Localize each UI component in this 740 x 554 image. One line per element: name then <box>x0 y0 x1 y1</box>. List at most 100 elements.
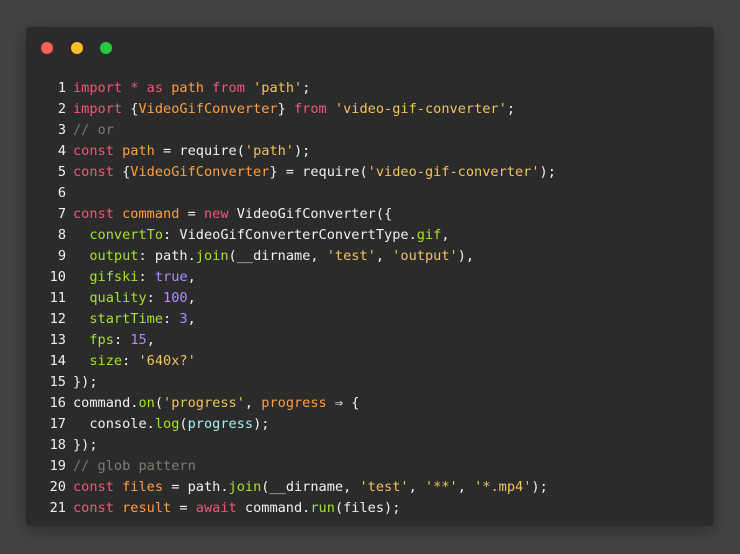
window-controls <box>41 42 120 54</box>
code-token: '**' <box>424 479 458 495</box>
code-token: log <box>154 416 180 432</box>
code-token: 'test' <box>359 479 409 495</box>
maximize-dot-icon[interactable] <box>100 42 113 54</box>
line-number: 17 <box>49 416 66 432</box>
code-line: 13 fps: 15, <box>46 330 704 351</box>
code-token: , <box>187 311 196 327</box>
code-token: : VideoGifConverterConvertType. <box>163 227 417 243</box>
code-token: quality <box>89 290 147 306</box>
code-token: as <box>146 80 164 96</box>
code-token: 'output' <box>392 248 458 264</box>
code-line: 6 <box>46 183 704 204</box>
code-token: import <box>73 101 123 117</box>
line-number: 8 <box>57 227 66 243</box>
code-line: 14 size: '640x?' <box>46 351 704 372</box>
code-line: 19 // glob pattern <box>46 456 704 477</box>
line-number: 2 <box>57 101 66 117</box>
code-token: '*.mp4' <box>474 479 532 495</box>
line-number: 10 <box>49 269 66 285</box>
code-token: : <box>163 311 180 327</box>
code-token: , <box>457 479 475 495</box>
code-token: on <box>138 395 155 411</box>
code-token: output <box>89 248 139 264</box>
code-line: 1 import * as path from 'path'; <box>46 78 704 99</box>
code-token: 15 <box>130 332 147 348</box>
line-number: 7 <box>57 206 66 222</box>
code-line: 17 console.log(progress); <box>46 414 704 435</box>
code-token: , <box>146 332 155 348</box>
code-token: = require( <box>154 143 245 159</box>
line-number: 15 <box>49 374 66 390</box>
code-token: 'path' <box>253 80 303 96</box>
code-token: console. <box>73 416 155 432</box>
code-token: from <box>294 101 327 117</box>
code-token: , <box>244 395 262 411</box>
line-number: 16 <box>49 395 66 411</box>
code-line: 9 output: path.join(__dirname, 'test', '… <box>46 246 704 267</box>
code-token: VideoGifConverter({ <box>228 206 393 222</box>
code-token: gif <box>416 227 442 243</box>
line-number: 12 <box>49 311 66 327</box>
code-token: command. <box>236 500 311 516</box>
line-number: 3 <box>57 122 66 138</box>
code-token: : <box>146 290 164 306</box>
code-token: startTime <box>89 311 164 327</box>
code-token: ⇒ { <box>326 395 360 411</box>
code-token: command <box>122 206 180 222</box>
code-token: , <box>408 479 425 495</box>
line-number: 6 <box>57 185 66 201</box>
code-token: await <box>195 500 237 516</box>
code-token: : <box>138 269 155 285</box>
code-token: ); <box>539 164 556 180</box>
code-token: } = require( <box>269 164 368 180</box>
code-token: path <box>122 143 155 159</box>
code-token: (__dirname, <box>261 479 360 495</box>
code-token: // glob pattern <box>73 458 196 474</box>
code-block: 1 import * as path from 'path'; 2 import {V… <box>46 78 704 519</box>
code-token: 100 <box>163 290 188 306</box>
code-token: ); <box>531 479 548 495</box>
line-number: 14 <box>49 353 66 369</box>
code-line: 21 const result = await command.run(files… <box>46 498 704 519</box>
code-line: 11 quality: 100, <box>46 288 704 309</box>
code-token: run <box>310 500 335 516</box>
code-token: (__dirname, <box>228 248 327 264</box>
line-number: 5 <box>57 164 66 180</box>
code-token: ), <box>457 248 475 264</box>
code-line: 5 const {VideoGifConverter} = require('vi… <box>46 162 704 183</box>
code-token: progress <box>187 416 254 432</box>
close-dot-icon[interactable] <box>41 42 53 54</box>
code-token: new <box>203 206 229 222</box>
code-token: { <box>113 164 131 180</box>
code-token: }); <box>73 437 98 453</box>
code-token: = <box>171 500 196 516</box>
line-number: 18 <box>49 437 66 453</box>
code-line: 2 import {VideoGifConverter} from 'video-… <box>46 99 704 120</box>
code-token: : <box>122 353 139 369</box>
code-token: : <box>113 332 131 348</box>
code-token: = path. <box>163 479 229 495</box>
line-number: 13 <box>49 332 66 348</box>
code-token: files <box>122 479 164 495</box>
code-line: 18}); <box>46 435 704 456</box>
code-token: : path. <box>138 248 196 264</box>
code-token: // or <box>73 122 114 138</box>
code-token: ( <box>154 395 164 411</box>
code-token: import <box>73 80 123 96</box>
minimize-dot-icon[interactable] <box>70 42 83 54</box>
code-token: VideoGifConverter <box>130 164 270 180</box>
code-token: path <box>171 80 204 96</box>
code-token: { <box>122 101 139 117</box>
code-token: ); <box>294 143 311 159</box>
code-token: const <box>73 143 114 159</box>
line-number: 9 <box>57 248 66 264</box>
code-line: 8 convertTo: VideoGifConverterConvertTyp… <box>46 225 704 246</box>
